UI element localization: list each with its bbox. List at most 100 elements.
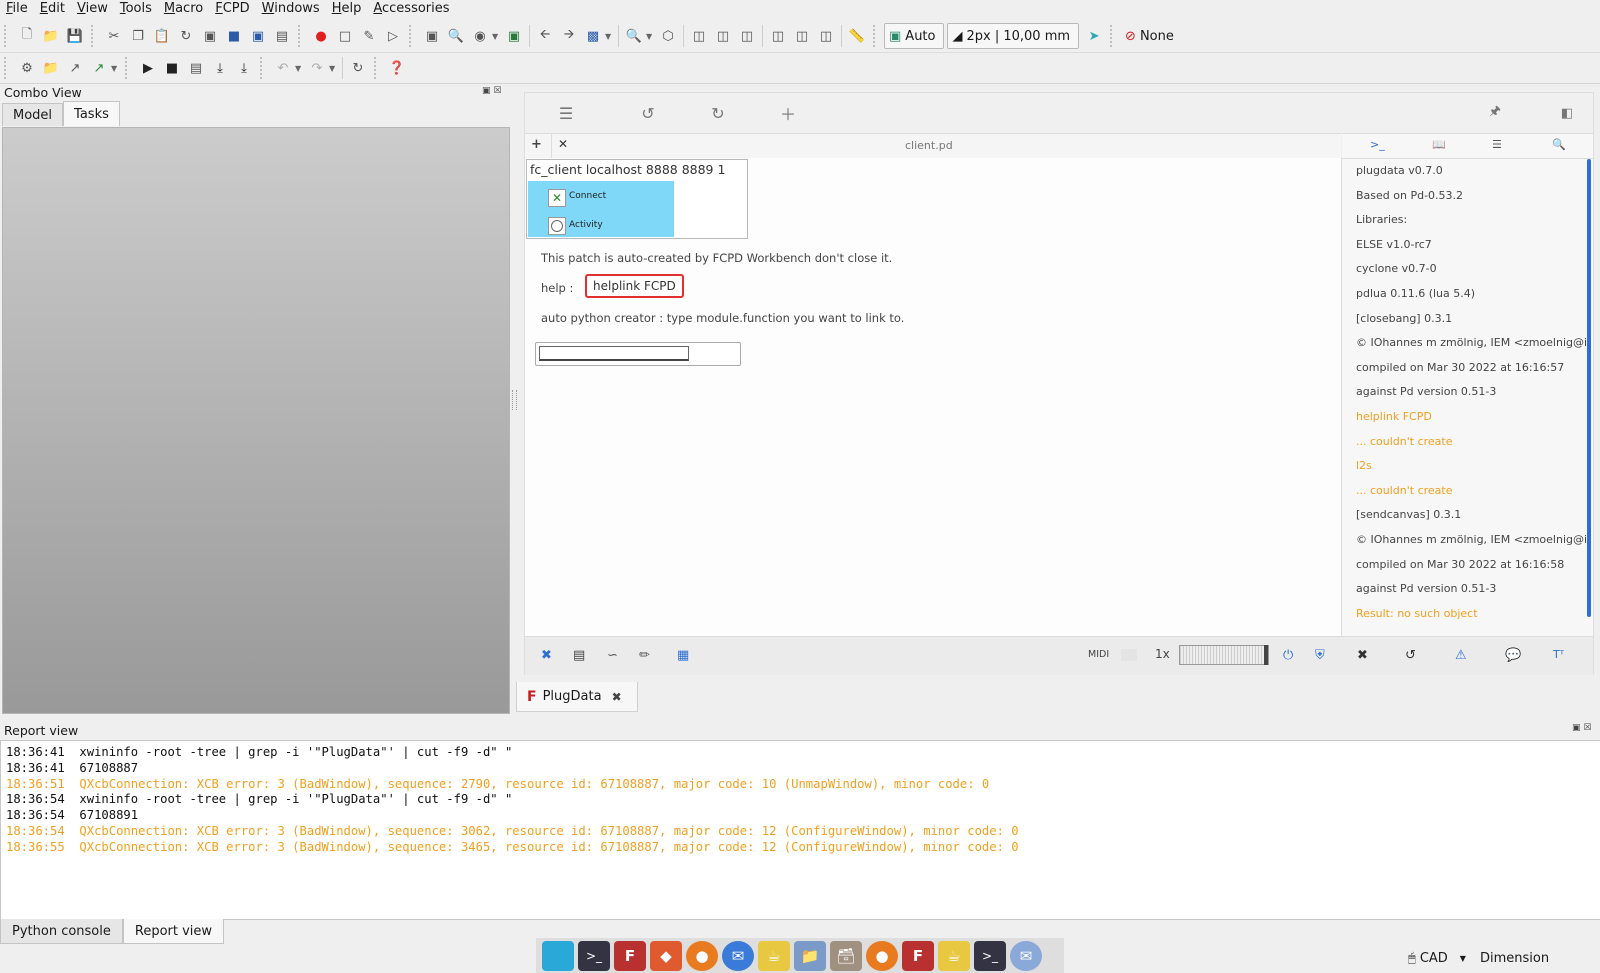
menu-accessories[interactable]: Accessories (367, 0, 455, 19)
download-icon[interactable]: ⤓ (208, 56, 232, 80)
close-icon[interactable]: ☒ (493, 86, 501, 96)
download-all-icon[interactable]: ⤓ (232, 56, 256, 80)
presentation-mode-icon[interactable]: ▤ (573, 648, 585, 663)
isometric-view-icon[interactable]: ⬡ (656, 24, 680, 48)
chevron-down-icon[interactable]: ▼ (492, 32, 502, 41)
teapot-icon[interactable]: ☕ (938, 940, 970, 971)
message-icon[interactable]: 💬 (1505, 648, 1521, 663)
open-icon[interactable]: 📁 (39, 24, 63, 48)
files-icon[interactable]: 📁 (794, 940, 826, 971)
volume-slider[interactable] (1179, 645, 1269, 665)
refresh-icon[interactable]: ↻ (174, 24, 198, 48)
connect-toggle[interactable]: ✕ (548, 189, 566, 207)
thunderbird-icon[interactable]: ✉ (1010, 940, 1042, 971)
chevron-down-icon[interactable]: ▼ (1460, 954, 1466, 963)
terminal-icon[interactable]: >_ (974, 940, 1006, 971)
navigation-style[interactable]: CAD (1420, 951, 1448, 966)
bounding-box-icon[interactable]: ▣ (502, 24, 526, 48)
tab-python-console[interactable]: Python console (0, 919, 123, 944)
play-macro-icon[interactable]: ▷ (381, 24, 405, 48)
splitter-handle[interactable] (512, 390, 517, 410)
record-macro-icon[interactable]: ● (309, 24, 333, 48)
whats-this-icon[interactable]: ▣ (198, 24, 222, 48)
snap-icon[interactable]: ➤ (1082, 24, 1106, 48)
desktop-icon[interactable] (542, 940, 574, 971)
menu-fcpd[interactable]: FCPD (209, 0, 255, 19)
back-arrow-icon[interactable]: 🡨 (533, 24, 557, 48)
text-size-icon[interactable]: Tᵀ (1553, 648, 1564, 661)
undo-icon[interactable]: ↶ (271, 56, 295, 80)
copy-icon[interactable]: ❐ (126, 24, 150, 48)
warning-icon[interactable]: ⚠ (1455, 648, 1467, 663)
menu-view[interactable]: View (71, 0, 114, 19)
add-icon[interactable]: ＋ (776, 101, 800, 125)
chevron-down-icon[interactable]: ▼ (111, 64, 121, 73)
firefox-icon[interactable]: ● (866, 940, 898, 971)
freecad-icon[interactable]: F (902, 940, 934, 971)
close-icon[interactable]: ☒ (1583, 723, 1591, 733)
menu-macro[interactable]: Macro (158, 0, 209, 19)
whats-this-icon[interactable]: ❓ (385, 56, 409, 80)
console-scrollbar[interactable] (1587, 159, 1591, 617)
part-icon[interactable]: ⚙ (15, 56, 39, 80)
slider-thumb[interactable] (1264, 645, 1268, 665)
line-width-combo[interactable]: ◢ 2px | 10,00 mm (947, 23, 1080, 49)
close-tab-icon[interactable]: ✕ (558, 137, 568, 151)
edit-macro-icon[interactable]: ✎ (357, 24, 381, 48)
clear-console-icon[interactable]: ✖ (1357, 648, 1368, 663)
play-icon[interactable]: ▶ (136, 56, 160, 80)
tab-report-view[interactable]: Report view (122, 919, 225, 944)
thunderbird-icon[interactable]: ✉ (722, 940, 754, 971)
connection-style-icon[interactable]: ∽ (607, 648, 618, 663)
workbench-icon[interactable]: ▤ (270, 24, 294, 48)
draw-style-combo[interactable]: ▣ Auto (884, 23, 945, 49)
right-view-icon[interactable]: ◫ (735, 24, 759, 48)
tab-client-pd[interactable]: client.pd (905, 139, 953, 152)
documentation-icon[interactable]: 📖 (1432, 138, 1446, 151)
undo-icon[interactable]: ↺ (636, 101, 660, 125)
step-icon[interactable]: ▤ (184, 56, 208, 80)
freecad-icon[interactable]: F (614, 940, 646, 971)
plugdata-window-tab[interactable]: F PlugData ✖ (516, 682, 638, 712)
cube-icon[interactable]: ▣ (246, 24, 270, 48)
grid-icon[interactable]: ▦ (677, 648, 689, 663)
empty-object-box[interactable] (535, 342, 741, 366)
box-icon[interactable]: ■ (222, 24, 246, 48)
teapot-icon[interactable]: ☕ (758, 940, 790, 971)
restore-icon[interactable]: ↺ (1405, 648, 1416, 663)
tab-tasks[interactable]: Tasks (63, 101, 120, 126)
menu-windows[interactable]: Windows (256, 0, 326, 19)
helplink-object[interactable]: helplink FCPD (585, 274, 684, 298)
front-view-icon[interactable]: ◫ (687, 24, 711, 48)
float-icon[interactable]: ▣ (482, 86, 491, 96)
rear-view-icon[interactable]: ◫ (766, 24, 790, 48)
link-make-icon[interactable]: ↗ (87, 56, 111, 80)
redo-icon[interactable]: ↷ (305, 56, 329, 80)
inspector-icon[interactable]: ☰ (1492, 138, 1502, 151)
cut-icon[interactable]: ✂ (102, 24, 126, 48)
bottom-view-icon[interactable]: ◫ (790, 24, 814, 48)
git-icon[interactable]: ◆ (650, 940, 682, 971)
menu-edit[interactable]: Edit (34, 0, 71, 19)
report-view-output[interactable]: 18:36:41 xwininfo -root -tree | grep -i … (0, 740, 1600, 920)
tab-model[interactable]: Model (2, 103, 64, 126)
wand-icon[interactable]: ✏ (639, 648, 650, 663)
folder-icon[interactable]: 📁 (39, 56, 63, 80)
float-icon[interactable]: ▣ (1572, 723, 1581, 733)
chevron-down-icon[interactable]: ▼ (295, 64, 305, 73)
link-icon[interactable]: ▩ (581, 24, 605, 48)
units-label[interactable]: Dimension (1480, 951, 1549, 966)
stop-icon[interactable]: ■ (160, 56, 184, 80)
console-icon[interactable]: >_ (1370, 138, 1385, 151)
chevron-down-icon[interactable]: ▼ (329, 64, 339, 73)
power-icon[interactable]: ⏻ (1283, 648, 1293, 663)
pin-icon[interactable]: 🖈 (1483, 101, 1507, 125)
text-entry-field[interactable] (539, 346, 689, 361)
chevron-down-icon[interactable]: ▼ (646, 32, 656, 41)
save-icon[interactable]: 💾 (63, 24, 87, 48)
activity-bang[interactable] (548, 217, 566, 235)
menu-icon[interactable]: ☰ (554, 101, 578, 125)
menu-file[interactable]: File (0, 0, 34, 19)
zoom-icon[interactable]: 🔍 (622, 24, 646, 48)
snap-combo[interactable]: ⊘ None (1121, 24, 1182, 48)
